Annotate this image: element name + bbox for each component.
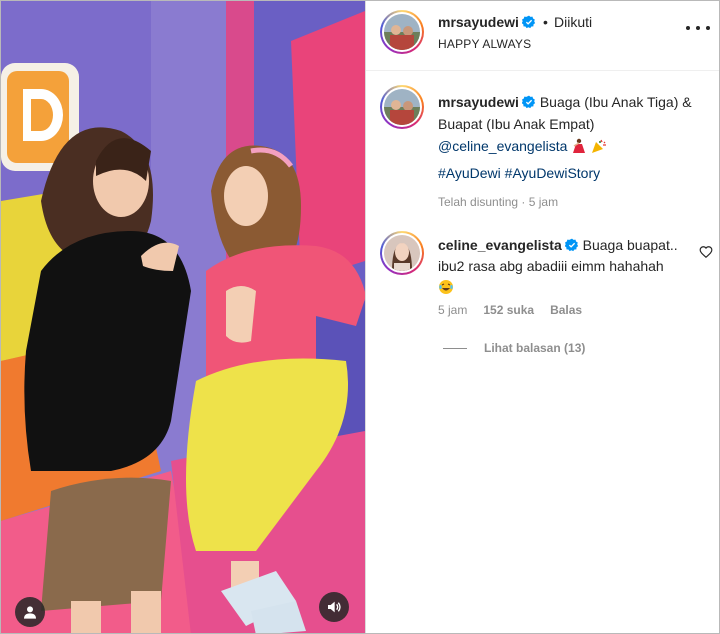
author-avatar-image (384, 14, 420, 50)
comment-text-block: celine_evangelista Buaga buapat.. ibu2 r… (438, 235, 694, 298)
verified-badge-icon (564, 238, 578, 252)
caption-timestamp[interactable]: 5 jam (529, 195, 558, 209)
follow-status-button[interactable]: Diikuti (554, 14, 592, 30)
video-frame (1, 1, 365, 633)
post-header: mrsayudewi • Diikuti HAPPY ALWAYS (366, 1, 719, 71)
author-username[interactable]: mrsayudewi (438, 14, 536, 30)
comment-meta: 5 jam 152 suka Balas (438, 303, 582, 317)
caption-avatar-image (384, 89, 420, 125)
caption-meta: Telah disunting · 5 jam (438, 195, 558, 209)
audio-toggle-button[interactable] (319, 592, 349, 622)
author-username-text[interactable]: mrsayudewi (438, 14, 519, 30)
edited-label: Telah disunting (438, 195, 519, 209)
view-replies-button[interactable]: Lihat balasan (13) (443, 341, 585, 355)
replies-divider-line (443, 347, 467, 349)
tagged-users-button[interactable] (15, 597, 45, 627)
author-avatar[interactable] (380, 10, 424, 54)
dancing-woman-emoji (573, 138, 586, 153)
commenter-avatar[interactable] (380, 231, 424, 275)
caption-mention-link[interactable]: @celine_evangelista (438, 138, 567, 154)
comment-likes[interactable]: 152 suka (483, 303, 534, 317)
instagram-post-window: mrsayudewi • Diikuti HAPPY ALWAYS mrsayu… (0, 0, 720, 634)
post-video[interactable] (1, 1, 365, 633)
caption-author-avatar[interactable] (380, 85, 424, 129)
comment-timestamp[interactable]: 5 jam (438, 303, 467, 317)
post-details-panel: mrsayudewi • Diikuti HAPPY ALWAYS mrsayu… (365, 1, 719, 633)
speaker-icon (328, 601, 341, 613)
caption-text-block: mrsayudewi Buaga (Ibu Anak Tiga) & Buapa… (438, 91, 708, 157)
commenter-username[interactable]: celine_evangelista (438, 237, 562, 253)
laughing-tears-emoji (439, 280, 453, 294)
verified-badge-icon (521, 95, 536, 109)
header-separator: • (543, 14, 548, 30)
caption-username[interactable]: mrsayudewi (438, 94, 519, 110)
caption-hashtags[interactable]: #AyuDewi #AyuDewiStory (438, 165, 600, 181)
more-options-icon[interactable] (686, 23, 710, 33)
view-replies-label[interactable]: Lihat balasan (13) (484, 341, 585, 355)
header-subtitle: HAPPY ALWAYS (438, 37, 532, 51)
party-popper-emoji (592, 139, 607, 153)
like-comment-heart-icon[interactable] (699, 245, 713, 259)
caption-meta-separator: · (521, 195, 526, 209)
user-icon (24, 606, 36, 619)
reply-button[interactable]: Balas (550, 303, 582, 317)
commenter-avatar-image (384, 235, 420, 271)
verified-badge-icon (521, 15, 536, 29)
